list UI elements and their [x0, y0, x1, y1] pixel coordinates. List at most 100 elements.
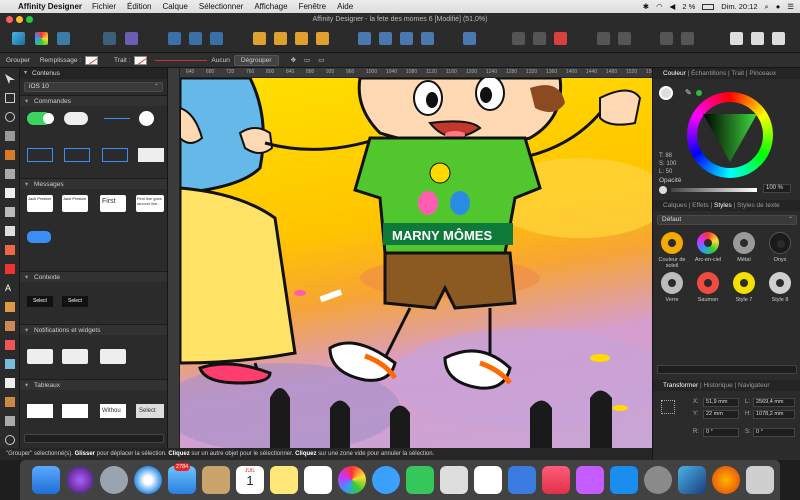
- fill-color-well[interactable]: [659, 86, 673, 100]
- clock[interactable]: Dim. 20:12: [721, 2, 757, 11]
- music-icon[interactable]: [542, 466, 570, 494]
- user-icon[interactable]: ●: [776, 2, 781, 11]
- shear-field[interactable]: 0 °: [753, 428, 795, 437]
- height-field[interactable]: 1078,2 mm: [753, 410, 795, 419]
- notification-asset-1[interactable]: [27, 349, 53, 364]
- rotation-field[interactable]: 0 °: [703, 428, 739, 437]
- dropper-tool-icon[interactable]: [5, 378, 15, 388]
- ungroup-button[interactable]: Dégrouper: [233, 54, 279, 66]
- pencil-tool-icon[interactable]: [5, 131, 15, 141]
- notification-asset-3[interactable]: [100, 349, 126, 364]
- rotate-right-icon[interactable]: [421, 32, 434, 45]
- photos-icon[interactable]: [338, 466, 366, 494]
- pen-tool-icon[interactable]: [5, 112, 15, 122]
- circle-asset[interactable]: [139, 111, 154, 126]
- assets-category-dropdown[interactable]: iOS 10: [24, 82, 163, 92]
- menu-edition[interactable]: Édition: [127, 2, 151, 11]
- trash-icon[interactable]: [746, 466, 774, 494]
- picker-asset[interactable]: [138, 148, 164, 162]
- assets-tab[interactable]: Contenus: [20, 68, 167, 79]
- context-select-asset-1[interactable]: Select: [27, 296, 53, 307]
- context-select-asset-2[interactable]: Select: [62, 296, 88, 307]
- table-asset-2[interactable]: [62, 404, 88, 418]
- close-window-button[interactable]: [6, 16, 13, 23]
- move-back-icon[interactable]: [253, 32, 266, 45]
- minimize-window-button[interactable]: [16, 16, 23, 23]
- designer-persona-icon[interactable]: [12, 32, 25, 45]
- search-icon[interactable]: ⌕: [765, 2, 769, 12]
- tab-styles[interactable]: Styles: [714, 202, 732, 209]
- move-tool-icon[interactable]: [5, 74, 15, 84]
- document-canvas[interactable]: MARNY MÔMES: [180, 78, 652, 448]
- assets-search-field[interactable]: [24, 434, 164, 443]
- safari-icon[interactable]: [134, 466, 162, 494]
- flip-vertical-icon[interactable]: [379, 32, 392, 45]
- tab-effets[interactable]: Effets: [692, 202, 709, 209]
- tab-historique[interactable]: Historique: [703, 382, 732, 389]
- move-front-icon[interactable]: [316, 32, 329, 45]
- text-tool-icon[interactable]: A: [5, 283, 15, 293]
- opacity-slider[interactable]: [671, 188, 757, 192]
- segmented-asset-2[interactable]: [64, 148, 90, 162]
- align-context-icon[interactable]: ▭: [318, 56, 324, 64]
- tab-couleur[interactable]: Couleur: [663, 70, 686, 77]
- fill-swatch[interactable]: [85, 55, 99, 65]
- tab-transformer[interactable]: Transformer: [663, 382, 698, 389]
- podcasts-icon[interactable]: [576, 466, 604, 494]
- tab-echantillons[interactable]: Échantillons: [691, 70, 726, 77]
- battery-percent[interactable]: 2 %: [682, 2, 695, 11]
- menu-fenetre[interactable]: Fenêtre: [299, 2, 327, 11]
- transparency-tool-icon[interactable]: [5, 188, 15, 198]
- crop-tool-icon[interactable]: [5, 207, 15, 217]
- style-saumon[interactable]: Saumon: [691, 272, 725, 303]
- color-picker-icon[interactable]: [5, 359, 15, 369]
- style-arc-en-ciel[interactable]: Arc-en-ciel: [691, 232, 725, 263]
- section-contexte[interactable]: Contexte: [20, 271, 167, 283]
- notes-icon[interactable]: [270, 466, 298, 494]
- assistant-icon[interactable]: [125, 32, 138, 45]
- notification-asset-2[interactable]: [62, 349, 88, 364]
- volume-icon[interactable]: ◀: [670, 2, 676, 11]
- section-tableaux[interactable]: Tableaux: [20, 379, 167, 391]
- preferences-icon[interactable]: [730, 32, 743, 45]
- gradient-tool-icon[interactable]: [5, 340, 15, 350]
- section-notifications[interactable]: Notifications et widgets: [20, 324, 167, 336]
- message-bubble-asset[interactable]: [27, 231, 51, 243]
- view-tool-icon[interactable]: [5, 397, 15, 407]
- reminders-icon[interactable]: [304, 466, 332, 494]
- contacts-icon[interactable]: [202, 466, 230, 494]
- table-asset-4[interactable]: Select: [136, 404, 164, 418]
- menu-fichier[interactable]: Fichier: [92, 2, 116, 11]
- toggle-off-asset[interactable]: [64, 112, 88, 125]
- anchor-selector[interactable]: [661, 400, 675, 414]
- snap-geometry-icon[interactable]: [189, 32, 202, 45]
- export-persona-icon[interactable]: [57, 32, 70, 45]
- pixel-brush-icon[interactable]: [5, 321, 15, 331]
- zoom-window-button[interactable]: [26, 16, 33, 23]
- brush-tool-icon[interactable]: [5, 150, 15, 160]
- boolean-add-icon[interactable]: [512, 32, 525, 45]
- align-icon[interactable]: [463, 32, 476, 45]
- notification-center-icon[interactable]: ☰: [787, 2, 794, 11]
- shape-tool-icon[interactable]: [5, 264, 15, 274]
- message-asset-1[interactable]: Jack Preston: [27, 195, 53, 212]
- width-field[interactable]: 2569,4 mm: [753, 398, 795, 407]
- eyedropper-icon[interactable]: ✎: [685, 88, 692, 97]
- zoom-tool-icon[interactable]: [5, 435, 15, 445]
- transform-origin-icon[interactable]: ✥: [291, 56, 296, 64]
- stroke-swatch[interactable]: [134, 55, 148, 65]
- calendar-icon[interactable]: JUIL 1: [236, 466, 264, 494]
- tab-calques[interactable]: Calques: [663, 202, 687, 209]
- insert-behind-icon[interactable]: [681, 32, 694, 45]
- section-commandes[interactable]: Commandes: [20, 95, 167, 107]
- segmented-asset-3[interactable]: [102, 148, 128, 162]
- launchpad-icon[interactable]: [100, 466, 128, 494]
- insert-inside-icon[interactable]: [660, 32, 673, 45]
- vector-brush-icon[interactable]: [5, 302, 15, 312]
- snap-bbox-icon[interactable]: [168, 32, 181, 45]
- system-preferences-icon[interactable]: [644, 466, 672, 494]
- node-tool-icon[interactable]: [5, 93, 15, 103]
- menu-calque[interactable]: Calque: [163, 2, 188, 11]
- x-field[interactable]: 51,9 mm: [703, 398, 739, 407]
- tab-navigateur[interactable]: Navigateur: [738, 382, 769, 389]
